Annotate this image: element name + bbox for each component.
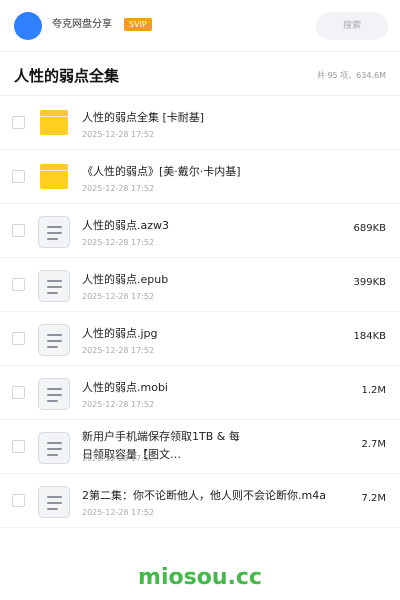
folder-icon xyxy=(38,162,70,194)
file-date: 2025-12-28 17:52 xyxy=(82,454,155,463)
file-name[interactable]: 2第二集：你不论断他人，他人则不会论断你.m4a xyxy=(82,488,332,504)
list-item[interactable]: 人性的弱点.jpg 2025-12-28 17:52 184KB xyxy=(0,312,400,366)
file-date: 2025-12-28 17:52 xyxy=(82,238,155,247)
list-item[interactable]: 人性的弱点.mobi 2025-12-28 17:52 1.2M xyxy=(0,366,400,420)
select-checkbox[interactable] xyxy=(12,278,25,291)
select-checkbox[interactable] xyxy=(12,494,25,507)
file-size: 689KB xyxy=(353,223,386,234)
sharer-name: 夸克网盘分享 xyxy=(52,19,112,30)
avatar[interactable] xyxy=(14,12,42,40)
page-title: 人性的弱点全集 xyxy=(14,67,120,85)
folder-header: 人性的弱点全集 共 95 项，634.6M xyxy=(0,52,400,96)
file-name[interactable]: 人性的弱点.mobi xyxy=(82,380,332,396)
file-size: 184KB xyxy=(353,331,386,342)
file-size: 7.2M xyxy=(361,493,386,504)
list-item[interactable]: 人性的弱点.azw3 2025-12-28 17:52 689KB xyxy=(0,204,400,258)
folder-icon xyxy=(38,108,70,140)
select-checkbox[interactable] xyxy=(12,332,25,345)
list-item[interactable]: 2第二集：你不论断他人，他人则不会论断你.m4a 2025-12-28 17:5… xyxy=(0,474,400,528)
svip-badge: SVIP xyxy=(124,18,152,31)
document-icon xyxy=(38,270,70,302)
select-checkbox[interactable] xyxy=(12,440,25,453)
search-button[interactable]: 搜索 xyxy=(316,12,388,40)
list-item[interactable]: 新用户手机端保存领取1TB & 每日领取容量【图文… 2025-12-28 17… xyxy=(0,420,400,474)
document-icon xyxy=(38,216,70,248)
file-name[interactable]: 人性的弱点.jpg xyxy=(82,326,332,342)
file-name[interactable]: 人性的弱点全集 [卡耐基] xyxy=(82,110,332,126)
file-name[interactable]: 《人性的弱点》[美·戴尔·卡内基] xyxy=(82,164,332,180)
document-icon xyxy=(38,378,70,410)
file-size: 2.7M xyxy=(361,439,386,450)
file-size: 1.2M xyxy=(361,385,386,396)
site-watermark: miosou.cc xyxy=(138,565,262,590)
file-date: 2025-12-28 17:52 xyxy=(82,508,155,517)
top-bar: 夸克网盘分享 SVIP 搜索 xyxy=(0,0,400,52)
select-checkbox[interactable] xyxy=(12,386,25,399)
file-date: 2025-12-28 17:52 xyxy=(82,130,155,139)
file-date: 2025-12-28 17:52 xyxy=(82,346,155,355)
document-icon xyxy=(38,486,70,518)
select-checkbox[interactable] xyxy=(12,116,25,129)
file-name[interactable]: 人性的弱点.epub xyxy=(82,272,332,288)
file-date: 2025-12-28 17:52 xyxy=(82,292,155,301)
document-icon xyxy=(38,432,70,464)
file-list: 人性的弱点全集 [卡耐基] 2025-12-28 17:52 《人性的弱点》[美… xyxy=(0,96,400,528)
list-item[interactable]: 人性的弱点全集 [卡耐基] 2025-12-28 17:52 xyxy=(0,96,400,150)
file-date: 2025-12-28 17:52 xyxy=(82,184,155,193)
document-icon xyxy=(38,324,70,356)
file-size: 399KB xyxy=(353,277,386,288)
list-item[interactable]: 人性的弱点.epub 2025-12-28 17:52 399KB xyxy=(0,258,400,312)
file-name[interactable]: 人性的弱点.azw3 xyxy=(82,218,332,234)
item-summary: 共 95 项，634.6M xyxy=(316,71,386,80)
select-checkbox[interactable] xyxy=(12,224,25,237)
select-checkbox[interactable] xyxy=(12,170,25,183)
file-date: 2025-12-28 17:52 xyxy=(82,400,155,409)
list-item[interactable]: 《人性的弱点》[美·戴尔·卡内基] 2025-12-28 17:52 xyxy=(0,150,400,204)
